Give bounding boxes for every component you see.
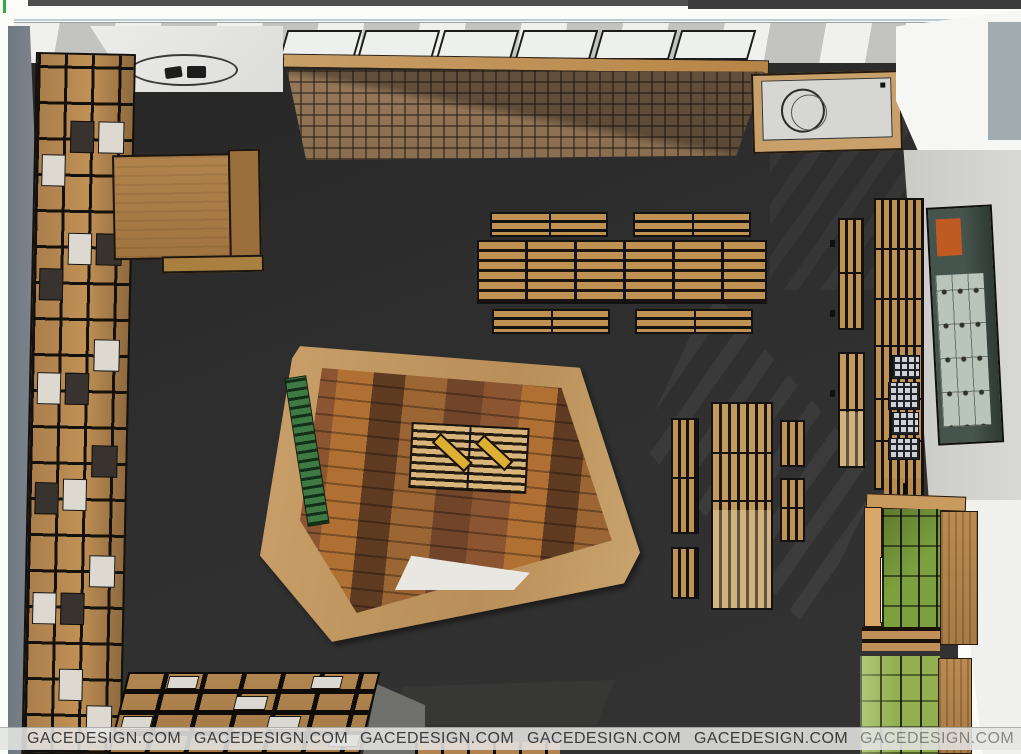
cabinet-divider-slats [862,627,940,651]
wall-slat-bench [838,352,865,468]
yellow-display-item [432,433,473,473]
wall-bench-long [874,198,924,490]
watermark-text: GACEDESIGN.COM [694,730,848,748]
counter-top [761,77,893,140]
slat-bench [635,309,753,334]
slat-bench [633,212,751,237]
poster-orange-block [935,218,962,256]
mesh-basket [888,382,920,410]
wall-poster [926,204,1004,445]
chair-top-view [164,66,182,79]
slatted-wood-wall-panel [287,70,765,160]
platform-slat-display-table [408,422,529,494]
basin-circle-inner [791,94,828,131]
cabinet-wood-side [940,511,978,645]
watermark-text: GACEDESIGN.COM [860,730,1014,748]
watermark-text: GACEDESIGN.COM [360,730,514,748]
desk-extension [162,255,264,274]
slat-bench [492,309,610,334]
mesh-basket [891,412,919,435]
slat-bench [490,212,608,237]
vertical-slat-bench [780,420,805,467]
watermark-text: GACEDESIGN.COM [194,730,348,748]
render-canvas: GACEDESIGN.COM GACEDESIGN.COM GACEDESIGN… [0,0,1021,754]
wall-trim-line [0,19,1021,21]
ceiling-skylight-panel [673,30,757,60]
wall-hook [830,310,835,317]
horizontal-slat-table [477,240,767,304]
corner-dot [880,82,885,87]
mesh-basket [888,438,920,460]
watermark-text: GACEDESIGN.COM [527,730,681,748]
desk-top [112,153,232,260]
central-parquet-platform [252,340,652,648]
ceiling-skylight-panel [594,30,678,60]
chair-top-view [187,66,206,78]
watermark-text: GACEDESIGN.COM [27,730,181,748]
cabinet-green-shelves [882,509,940,637]
wall-hook [830,390,835,397]
vertical-slat-bench [780,478,805,542]
green-corner-mark [3,0,6,13]
vertical-slat-table [711,402,773,610]
ceiling-skylight-panel [515,30,599,60]
counter-unit-with-basin [751,70,903,154]
wall-hook [830,240,835,247]
top-edge-strip [688,0,1021,9]
watermark-strip: GACEDESIGN.COM GACEDESIGN.COM GACEDESIGN… [0,727,1021,750]
service-desk [112,149,264,276]
yellow-display-item [475,434,513,471]
mesh-basket [892,355,920,379]
entry-recess-side [988,22,1021,140]
poster-illustration-grid [935,273,991,427]
wall-slat-bench [838,218,864,330]
desk-side [228,149,262,268]
vertical-slat-bench [671,547,699,599]
vertical-slat-bench [671,418,699,534]
round-table-top-view [130,54,238,86]
